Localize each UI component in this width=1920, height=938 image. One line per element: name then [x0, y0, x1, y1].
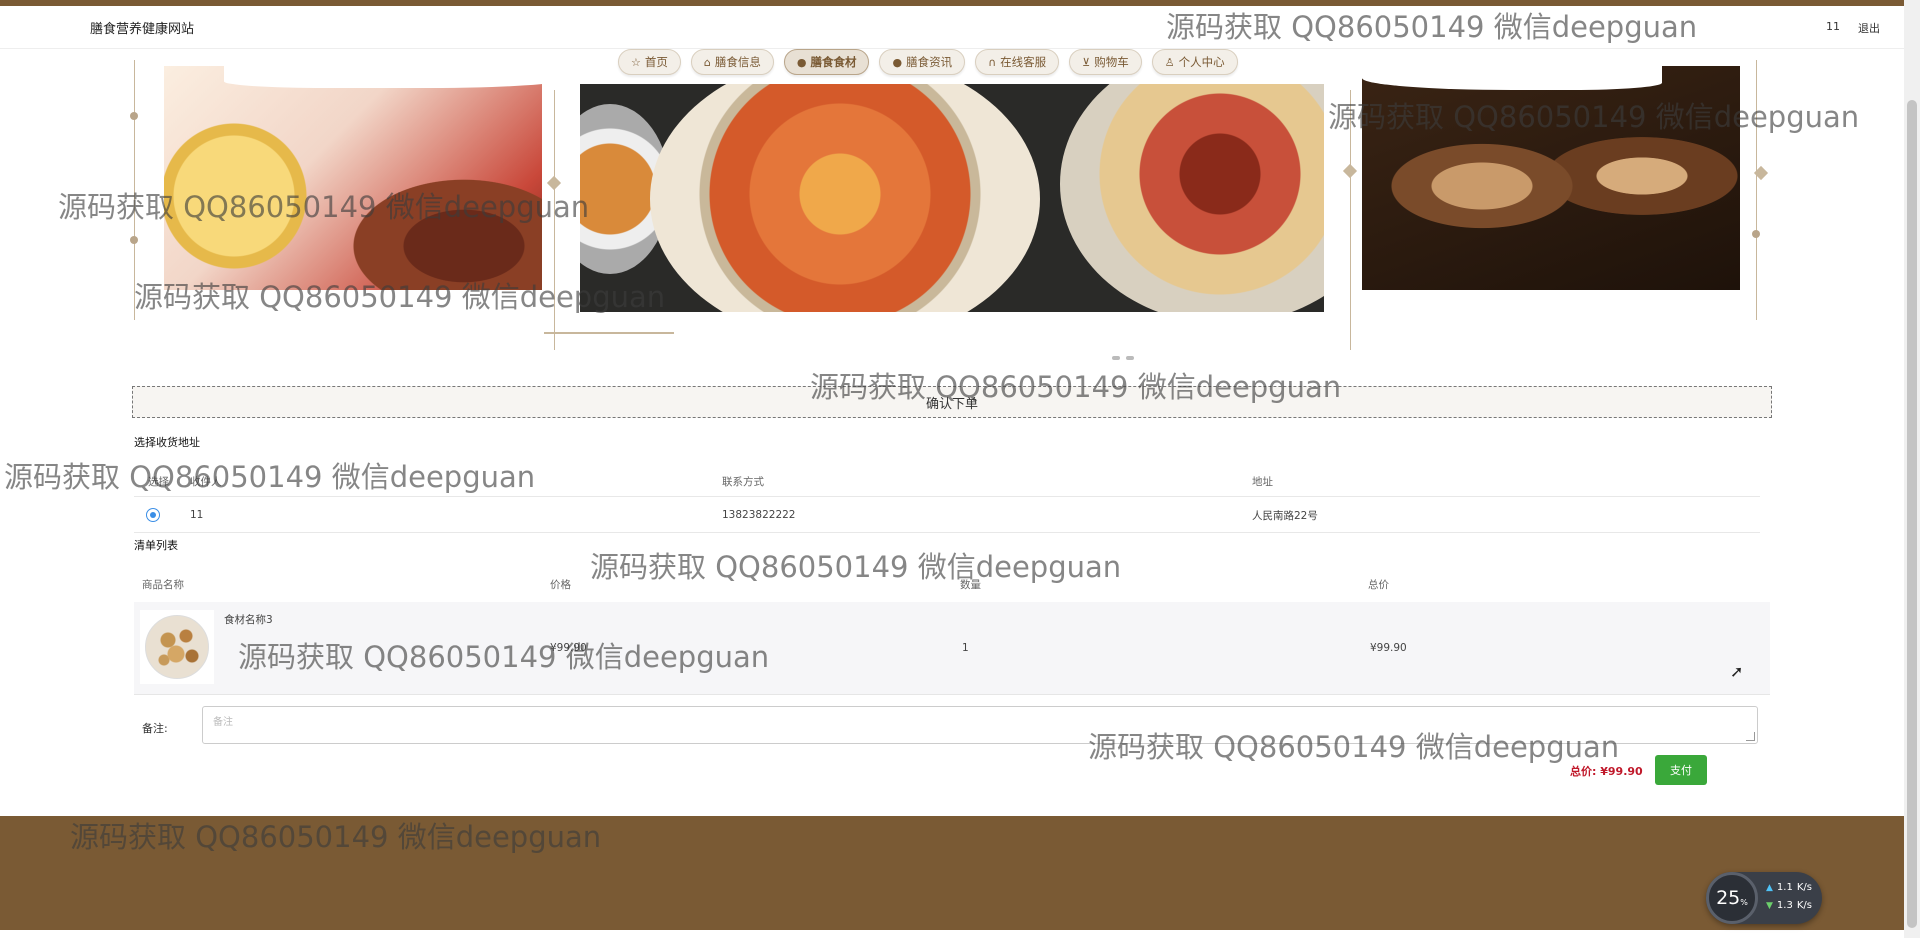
carousel-dot[interactable]	[1126, 356, 1134, 360]
pay-button[interactable]: 支付	[1655, 755, 1707, 785]
order-total: 总价: ¥99.90	[1570, 765, 1643, 778]
product-total: ¥99.90	[1370, 642, 1407, 654]
nav-item-profile[interactable]: ♙ 个人中心	[1151, 49, 1238, 75]
banner-slide-grilled-meat[interactable]	[1362, 66, 1740, 290]
download-value: 1.3	[1776, 900, 1793, 911]
confirm-order-bar: 确认下单	[132, 386, 1772, 418]
confirm-order-title: 确认下单	[925, 396, 978, 412]
column-header: 数量	[960, 578, 981, 591]
remark-input[interactable]: 备注	[202, 706, 1758, 744]
nav-label: 膳食食材	[810, 55, 857, 69]
logout-link[interactable]: 退出	[1858, 20, 1880, 36]
cpu-gauge: 25%	[1706, 872, 1758, 924]
address-row[interactable]: 11 13823822222 人民南路22号	[134, 498, 1760, 533]
speed-unit: K/s	[1796, 900, 1812, 911]
download-arrow-icon: ▼	[1766, 900, 1773, 911]
address-radio[interactable]	[146, 508, 160, 522]
bottom-strip	[0, 930, 1904, 938]
carousel-dot[interactable]	[1112, 356, 1120, 360]
nav-label: 膳食信息	[714, 55, 761, 69]
cpu-percent: 25	[1716, 887, 1741, 909]
info-circle-icon: ●	[796, 55, 807, 69]
banner-slide-lemon-steak[interactable]	[164, 66, 542, 290]
nav-label: 在线客服	[1000, 55, 1047, 69]
banner-slide-seafood[interactable]	[580, 84, 1324, 312]
banner-decor-line	[1350, 90, 1351, 350]
headset-icon: ∩	[988, 55, 997, 69]
question-circle-icon: ●	[892, 55, 903, 69]
banner-decor-line	[134, 60, 135, 320]
upload-arrow-icon: ▲	[1766, 882, 1773, 893]
nav-label: 个人中心	[1178, 55, 1225, 69]
column-header: 联系方式	[722, 475, 764, 488]
banner-decor-line	[554, 90, 555, 350]
scrollbar-thumb[interactable]	[1907, 100, 1917, 928]
banner-decor-diamond	[1342, 163, 1358, 179]
speed-unit: K/s	[1796, 882, 1812, 893]
nav-item-support[interactable]: ∩ 在线客服	[975, 49, 1060, 75]
banner-decor-diamond	[546, 175, 562, 191]
nav-item-home[interactable]: ☆ 首页	[618, 49, 681, 75]
banner-decor-line	[544, 332, 674, 334]
recipient-address: 人民南路22号	[1252, 509, 1318, 522]
download-speed: ▼ 1.3 K/s	[1766, 900, 1812, 911]
banner-decor-dot	[1752, 230, 1760, 238]
bag-icon: ⌂	[703, 55, 711, 69]
recipient-phone: 13823822222	[722, 509, 796, 521]
product-thumbnail[interactable]	[140, 610, 214, 684]
banner-decor-line	[1756, 60, 1757, 320]
address-table-header: 选择 收件人 联系方式 地址	[134, 466, 1760, 497]
top-bar: 膳食营养健康网站 11 退出	[0, 6, 1904, 49]
address-section-title: 选择收货地址	[134, 436, 200, 449]
nav-label: 购物车	[1094, 55, 1129, 69]
cart-item-row: 食材名称3 ¥99.90 1 ¥99.90	[134, 602, 1770, 695]
product-name: 食材名称3	[224, 614, 273, 626]
column-header: 收件人	[190, 475, 222, 488]
banner-decor-dot	[130, 236, 138, 244]
cart-section-title: 清单列表	[134, 539, 178, 552]
product-quantity: 1	[962, 642, 969, 654]
nav-item-ingredients[interactable]: ● 膳食食材	[783, 49, 870, 75]
nav-item-diet-info[interactable]: ⌂ 膳食信息	[690, 49, 774, 75]
cpu-percent-unit: %	[1740, 897, 1748, 907]
column-header: 商品名称	[142, 578, 184, 591]
banner-decor-dot	[130, 112, 138, 120]
remark-placeholder: 备注	[213, 717, 233, 728]
site-name: 膳食营养健康网站	[90, 22, 195, 37]
main-nav: ☆ 首页 ⌂ 膳食信息 ● 膳食食材 ● 膳食资讯 ∩ 在线客服 ⊻ 购物车 ♙…	[618, 48, 1238, 76]
remark-label: 备注:	[142, 722, 168, 735]
cart-icon: ⊻	[1082, 55, 1091, 69]
resize-handle-icon[interactable]	[1746, 732, 1755, 741]
nav-item-news[interactable]: ● 膳食资讯	[879, 49, 966, 75]
user-icon: ♙	[1164, 55, 1175, 69]
nav-label: 首页	[644, 55, 668, 69]
page-footer	[0, 816, 1904, 930]
carousel-dot[interactable]	[1088, 356, 1106, 360]
mouse-cursor-icon: ➚	[1730, 662, 1744, 681]
carousel-indicators[interactable]	[1088, 356, 1134, 360]
user-name[interactable]: 11	[1826, 20, 1840, 33]
cart-table-header: 商品名称 价格 数量 总价	[134, 568, 1760, 600]
banner-carousel[interactable]	[130, 60, 1790, 360]
network-monitor-widget[interactable]: 25% ▲ 1.1 K/s ▼ 1.3 K/s	[1706, 872, 1822, 924]
upload-value: 1.1	[1776, 882, 1793, 893]
nav-label: 膳食资讯	[906, 55, 953, 69]
upload-speed: ▲ 1.1 K/s	[1766, 882, 1812, 893]
column-header: 地址	[1252, 475, 1273, 488]
recipient-name: 11	[190, 509, 204, 521]
star-icon: ☆	[631, 55, 641, 69]
column-header: 价格	[550, 578, 571, 591]
column-header: 总价	[1368, 578, 1389, 591]
nav-item-cart[interactable]: ⊻ 购物车	[1069, 49, 1142, 75]
column-header: 选择	[148, 475, 169, 488]
product-price: ¥99.90	[550, 642, 587, 654]
